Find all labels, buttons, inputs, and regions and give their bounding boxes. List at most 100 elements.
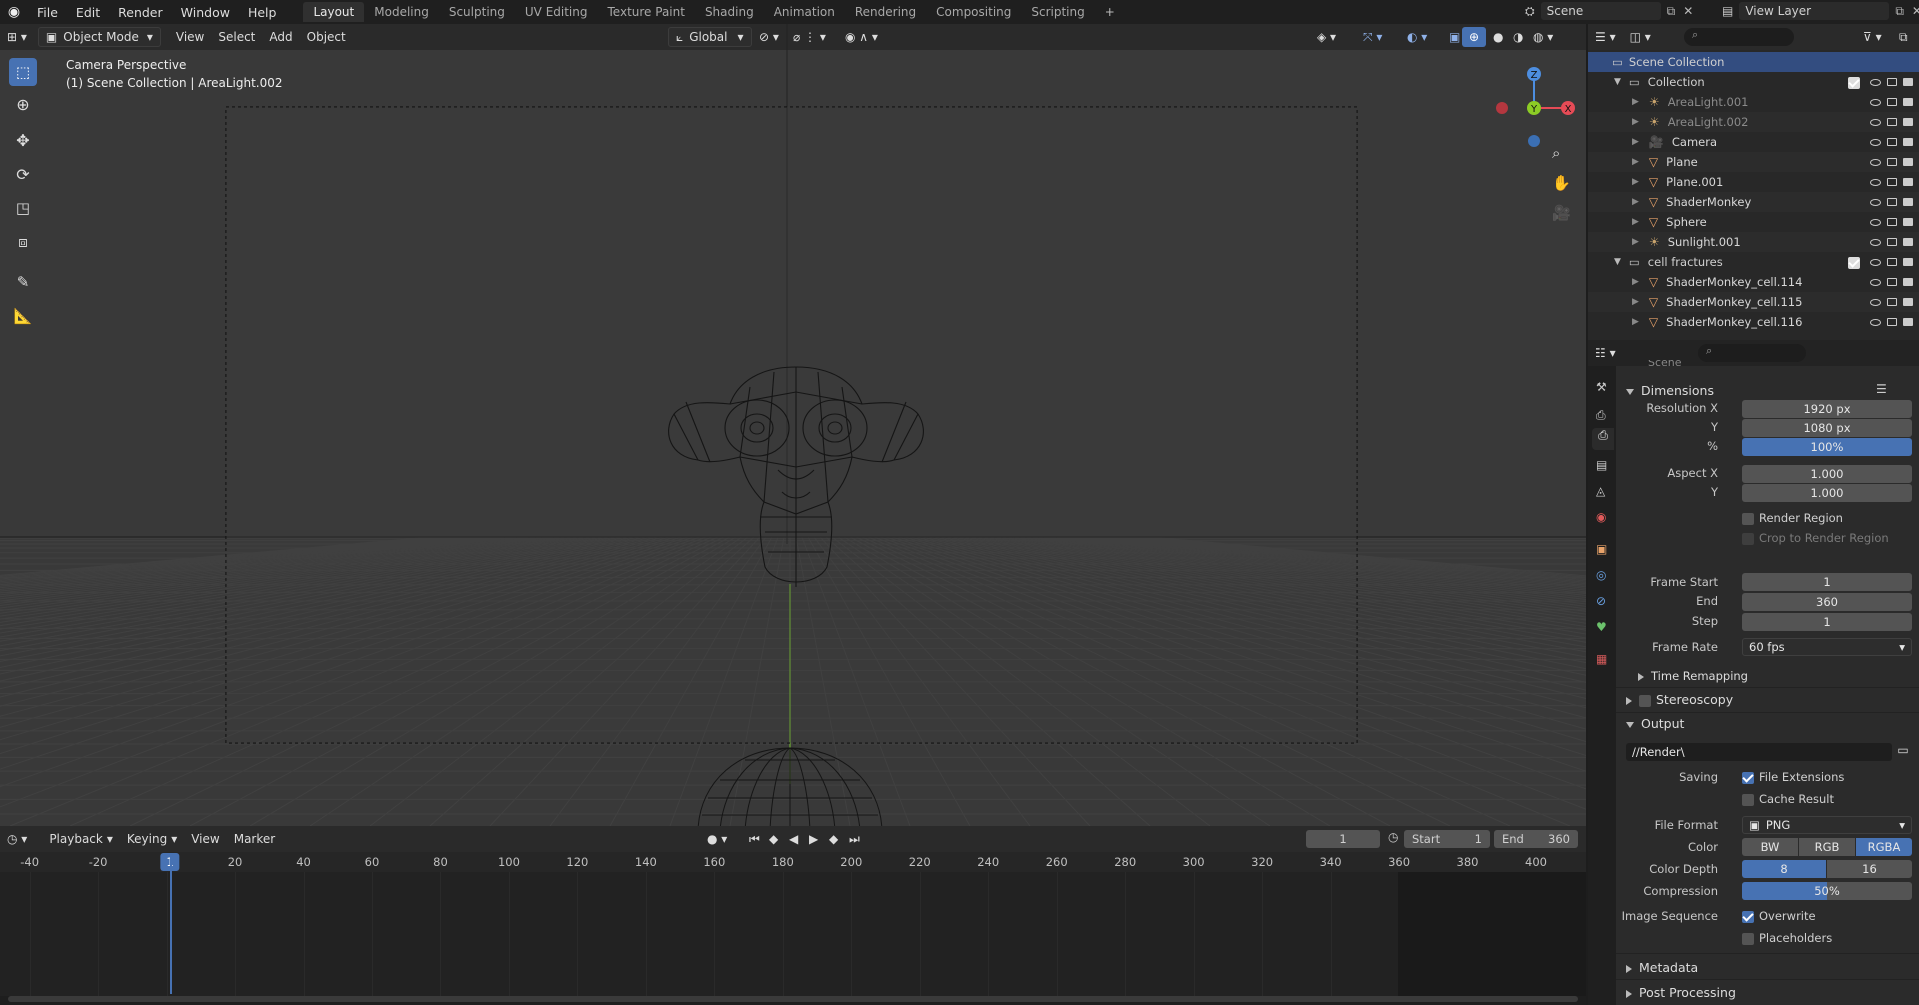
filter-icon[interactable]: ⊽ ▾ <box>1856 27 1889 47</box>
properties-search-input[interactable]: ⌕ <box>1698 344 1806 362</box>
marker-menu[interactable]: Marker <box>227 829 282 849</box>
blender-logo-icon[interactable]: ◉ <box>0 4 28 20</box>
viewport-disable-icon[interactable] <box>1887 255 1897 269</box>
cache-result-checkbox[interactable]: Cache Result <box>1742 792 1834 806</box>
render-disable-icon[interactable] <box>1903 155 1913 169</box>
display-mode-icon[interactable]: ◫ ▾ <box>1623 27 1658 47</box>
aspect-y-field[interactable]: 1.000 <box>1742 484 1912 502</box>
exclude-checkbox[interactable] <box>1848 75 1865 89</box>
outliner-row-object[interactable]: ▶ ☀ Sunlight.001 <box>1588 232 1919 252</box>
select-box-tool-icon[interactable]: ⬚ <box>9 58 37 86</box>
render-disable-icon[interactable] <box>1903 255 1913 269</box>
viewport-disable-icon[interactable] <box>1887 315 1897 329</box>
visibility-eye-icon[interactable] <box>1870 275 1881 289</box>
menu-edit[interactable]: Edit <box>67 5 109 20</box>
visibility-eye-icon[interactable] <box>1870 95 1881 109</box>
file-extensions-checkbox[interactable]: File Extensions <box>1742 770 1844 784</box>
record-icon[interactable]: ● ▾ <box>700 829 734 849</box>
view-layer-icon[interactable]: ▤ <box>1722 4 1733 18</box>
viewport-disable-icon[interactable] <box>1887 295 1897 309</box>
remove-view-layer-icon[interactable]: ✕ <box>1912 4 1919 18</box>
viewport-disable-icon[interactable] <box>1887 175 1897 189</box>
tab-scripting[interactable]: Scripting <box>1021 2 1094 22</box>
viewport-disable-icon[interactable] <box>1887 75 1897 89</box>
outliner-row-object[interactable]: ▶ ▽ Plane <box>1588 152 1919 172</box>
visibility-eye-icon[interactable] <box>1870 255 1881 269</box>
tab-rendering[interactable]: Rendering <box>845 2 926 22</box>
output-path-input[interactable]: //Render\ <box>1626 743 1892 761</box>
outliner-row-object[interactable]: ▶ ▽ ShaderMonkey <box>1588 192 1919 212</box>
navigation-gizmo[interactable]: Z Y X <box>1486 58 1576 168</box>
output-panel-header[interactable]: Output <box>1626 716 1684 731</box>
expand-arrow-icon[interactable]: ▶ <box>1632 237 1639 247</box>
viewport-disable-icon[interactable] <box>1887 215 1897 229</box>
frame-start-field[interactable]: 1 <box>1742 573 1912 591</box>
resolution-y-field[interactable]: 1080 px <box>1742 419 1912 437</box>
remove-scene-icon[interactable]: ✕ <box>1683 4 1693 18</box>
rotate-tool-icon[interactable]: ⟳ <box>9 160 37 188</box>
expand-arrow-icon[interactable]: ▶ <box>1632 297 1639 307</box>
folder-browse-icon[interactable]: ▭ <box>1894 743 1912 761</box>
frame-end-field[interactable]: 360 <box>1742 593 1912 611</box>
render-disable-icon[interactable] <box>1903 115 1913 129</box>
tab-modeling[interactable]: Modeling <box>364 2 439 22</box>
outliner-search-input[interactable]: ⌕ <box>1684 28 1794 46</box>
expand-arrow-icon[interactable]: ▶ <box>1632 197 1639 207</box>
outliner-row-object[interactable]: ▶ ☀ AreaLight.001 <box>1588 92 1919 112</box>
tab-uv-editing[interactable]: UV Editing <box>515 2 598 22</box>
tab-view-layer-icon[interactable]: ▤ <box>1596 458 1607 472</box>
color-rgba-button[interactable]: RGBA <box>1856 838 1912 856</box>
timeline-ruler[interactable]: -40-201204060801001201401601802002202402… <box>0 852 1586 872</box>
render-disable-icon[interactable] <box>1903 315 1913 329</box>
file-format-dropdown[interactable]: ▣ PNG ▾ <box>1742 816 1912 834</box>
new-scene-icon[interactable]: ⧉ <box>1667 4 1676 19</box>
timeline-track-area[interactable] <box>0 854 1586 996</box>
color-bw-button[interactable]: BW <box>1742 838 1798 856</box>
compression-slider[interactable]: 50% <box>1742 882 1912 900</box>
clock-icon[interactable]: ◷ <box>1388 830 1398 844</box>
outliner-row-collection[interactable]: ▼ ▭ Collection <box>1588 72 1919 92</box>
visibility-eye-icon[interactable] <box>1870 155 1881 169</box>
visibility-eye-icon[interactable] <box>1870 235 1881 249</box>
start-frame-field[interactable]: Start 1 <box>1404 830 1490 848</box>
render-disable-icon[interactable] <box>1903 95 1913 109</box>
tab-shading[interactable]: Shading <box>695 2 764 22</box>
scale-tool-icon[interactable]: ◳ <box>9 194 37 222</box>
end-frame-field[interactable]: End 360 <box>1494 830 1578 848</box>
zoom-icon[interactable]: ⌕ <box>1552 144 1560 162</box>
timeline-editor-type-icon[interactable]: ◷ ▾ <box>0 829 34 849</box>
measure-tool-icon[interactable]: 📐 <box>9 302 37 330</box>
tab-texture-icon[interactable]: ▦ <box>1596 652 1607 666</box>
render-disable-icon[interactable] <box>1903 135 1913 149</box>
timeline-view-menu[interactable]: View <box>184 829 226 849</box>
tab-world-icon[interactable]: ◉ <box>1596 510 1606 524</box>
viewport-disable-icon[interactable] <box>1887 95 1897 109</box>
time-remapping-subpanel[interactable]: Time Remapping <box>1638 669 1748 683</box>
tab-data-icon[interactable]: ♥ <box>1596 620 1607 634</box>
viewport[interactable]: ⊞ ▾ ▣ Object Mode ▾ View Select Add Object… <box>0 24 1586 826</box>
camera-view-icon[interactable]: 🎥 <box>1552 204 1571 222</box>
tab-layout[interactable]: Layout <box>303 2 365 22</box>
pan-hand-icon[interactable]: ✋ <box>1552 174 1571 192</box>
new-collection-icon[interactable]: ⧉ <box>1892 27 1915 47</box>
expand-arrow-icon[interactable]: ▶ <box>1632 97 1639 107</box>
menu-file[interactable]: File <box>28 5 67 20</box>
overwrite-checkbox[interactable]: Overwrite <box>1742 909 1816 923</box>
outliner-row-object[interactable]: ▶ ▽ Plane.001 <box>1588 172 1919 192</box>
expand-arrow-icon[interactable]: ▼ <box>1614 257 1621 267</box>
aspect-x-field[interactable]: 1.000 <box>1742 465 1912 483</box>
outliner-row-object[interactable]: ▶ ▽ Sphere <box>1588 212 1919 232</box>
playhead-line[interactable] <box>170 854 172 994</box>
presets-icon[interactable]: ☰ <box>1876 382 1887 396</box>
outliner-row-scene-collection[interactable]: ▭ Scene Collection <box>1588 52 1919 72</box>
expand-arrow-icon[interactable]: ▶ <box>1632 137 1639 147</box>
metadata-panel-header[interactable]: Metadata <box>1626 960 1698 975</box>
color-rgb-button[interactable]: RGB <box>1799 838 1855 856</box>
color-depth-16-button[interactable]: 16 <box>1827 860 1912 878</box>
viewport-disable-icon[interactable] <box>1887 155 1897 169</box>
placeholders-checkbox[interactable]: Placeholders <box>1742 931 1832 945</box>
tab-physics-icon[interactable]: ◎ <box>1596 568 1606 582</box>
current-frame-field[interactable]: 1 <box>1306 830 1380 848</box>
exclude-checkbox[interactable] <box>1848 255 1865 269</box>
scene-icon[interactable]: ⛭ <box>1525 4 1535 19</box>
